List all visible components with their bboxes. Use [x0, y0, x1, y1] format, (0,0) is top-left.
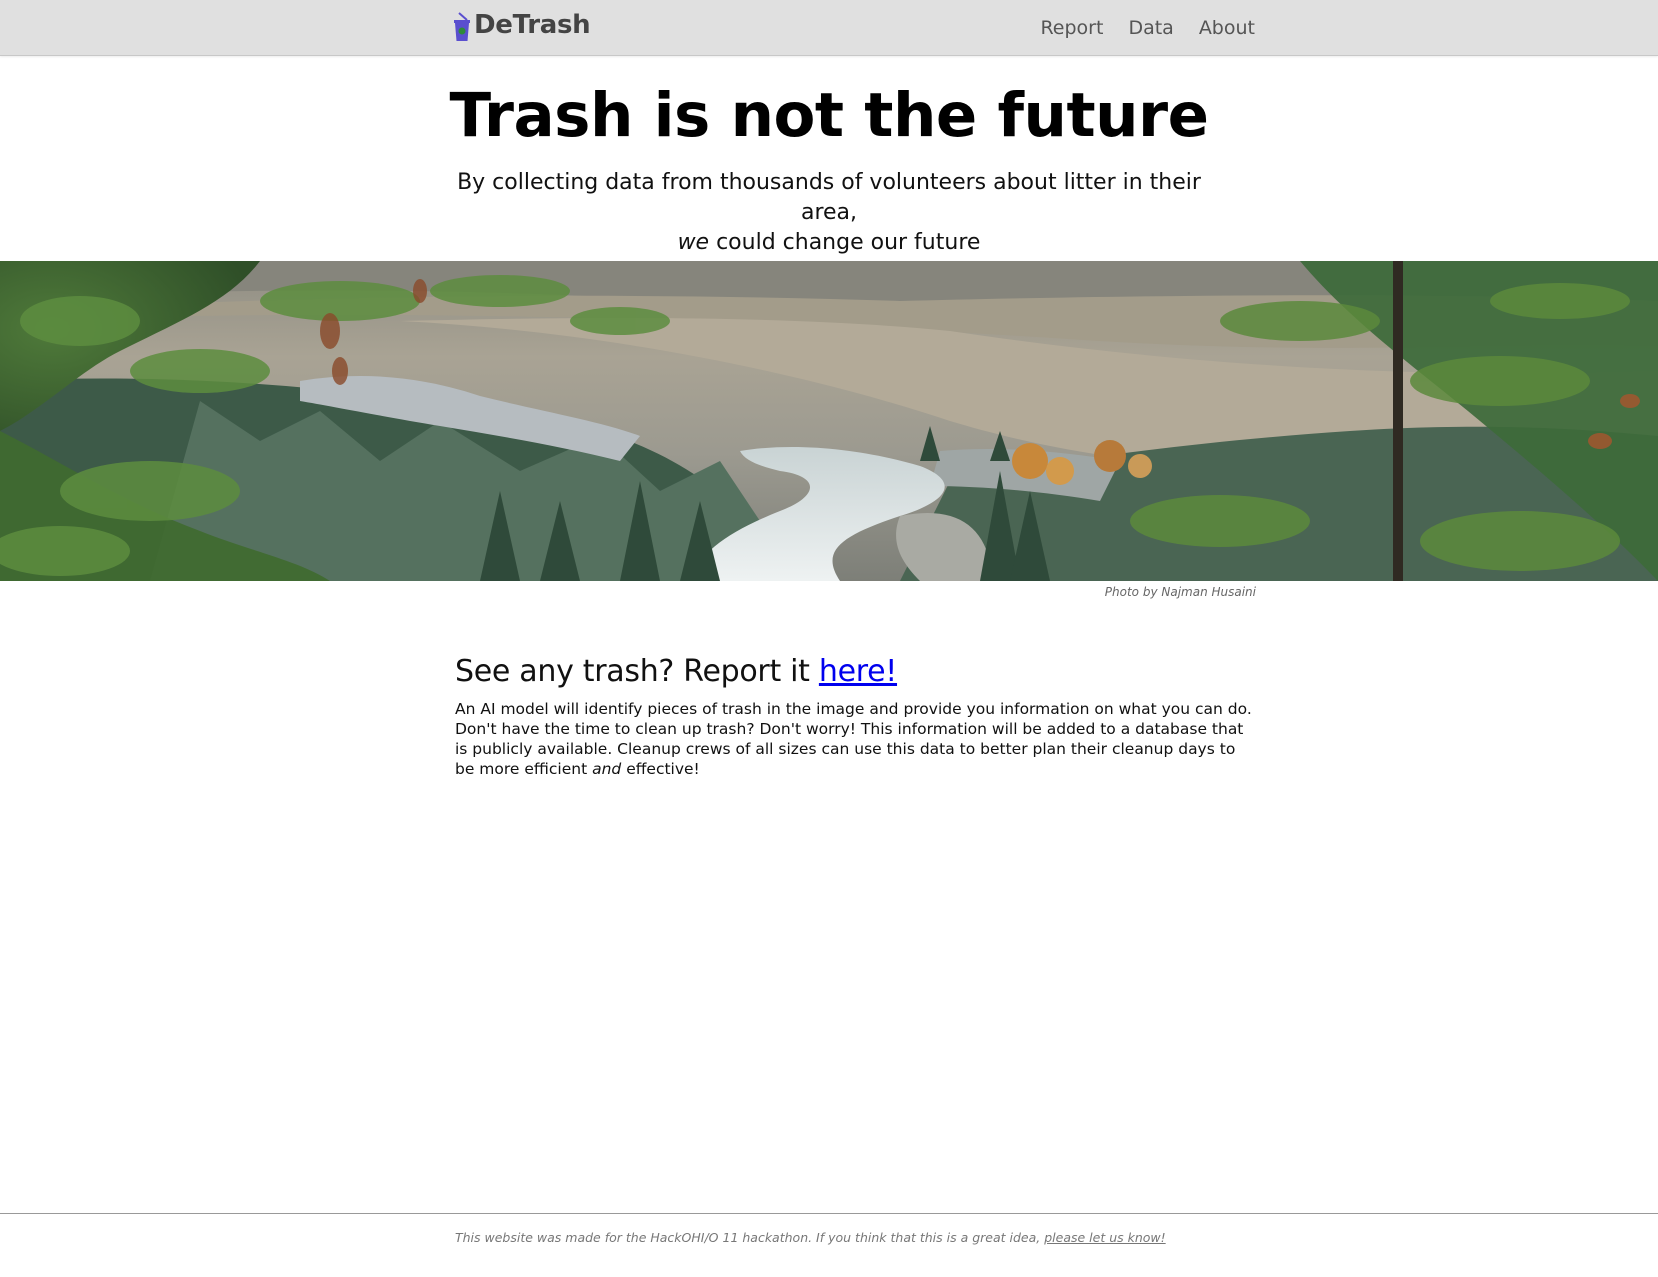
hero-subtitle-emphasis: we	[677, 230, 710, 255]
trash-cup-icon	[454, 12, 470, 41]
nav-link-data[interactable]: Data	[1128, 17, 1173, 39]
report-description-emphasis: and	[592, 760, 622, 778]
nav-links: Report Data About	[1015, 0, 1255, 56]
footer: This website was made for the HackOHI/O …	[0, 1213, 1658, 1277]
footer-message: This website was made for the HackOHI/O …	[455, 1230, 1045, 1245]
photo-credit: Photo by Najman Husaini	[1104, 585, 1256, 599]
report-here-link[interactable]: here!	[819, 654, 897, 689]
hero-subtitle: By collecting data from thousands of vol…	[429, 168, 1229, 258]
hero-subtitle-line2: could change our future	[709, 230, 981, 255]
report-description-end: effective!	[621, 760, 700, 778]
report-heading-text: See any trash? Report it	[455, 654, 819, 689]
brand-link[interactable]: DeTrash	[453, 8, 591, 42]
river-valley-photo	[0, 261, 1658, 581]
footer-text: This website was made for the HackOHI/O …	[455, 1230, 1166, 1245]
nav-link-about[interactable]: About	[1199, 17, 1255, 39]
navbar: DeTrash Report Data About	[0, 0, 1658, 56]
hero-title: Trash is not the future	[449, 80, 1209, 151]
hero-banner-image	[0, 261, 1658, 581]
report-description-text: An AI model will identify pieces of tras…	[455, 700, 1252, 778]
nav-link-report[interactable]: Report	[1040, 17, 1103, 39]
hero-subtitle-line1: By collecting data from thousands of vol…	[457, 170, 1201, 225]
report-description: An AI model will identify pieces of tras…	[455, 699, 1255, 779]
feedback-link[interactable]: please let us know!	[1044, 1230, 1165, 1245]
report-heading: See any trash? Report it here!	[455, 650, 897, 694]
brand-name: DeTrash	[474, 10, 591, 40]
